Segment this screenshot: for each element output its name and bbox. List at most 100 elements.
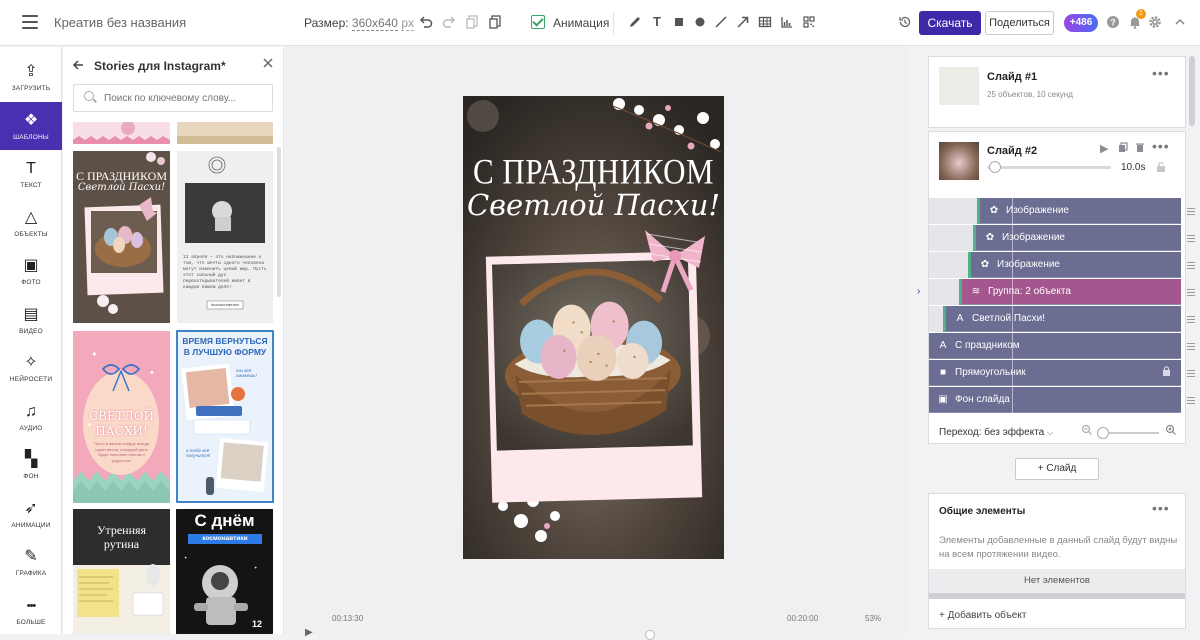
rectangle-icon[interactable]: [671, 14, 687, 30]
layer-row[interactable]: ≋ Группа: 2 объекта: [962, 279, 1181, 305]
chart-icon[interactable]: [779, 14, 795, 30]
rail-item-background[interactable]: ▚ ФОН: [0, 441, 62, 489]
unlock-icon[interactable]: [1155, 161, 1167, 176]
slide-heading[interactable]: С ПРАЗДНИКОМ: [463, 151, 724, 192]
drag-handle-icon[interactable]: [1187, 233, 1195, 243]
gingham-bow[interactable]: [635, 216, 715, 296]
animation-checkbox[interactable]: [531, 15, 545, 29]
template-card-partial[interactable]: [73, 122, 170, 144]
add-object-button[interactable]: + Добавить объект: [939, 610, 1026, 621]
slide-thumbnail[interactable]: [939, 142, 979, 180]
delete-icon[interactable]: [1135, 142, 1145, 156]
duplicate-icon[interactable]: [1118, 142, 1128, 156]
play-icon[interactable]: ▶: [1100, 142, 1108, 155]
rail-item-rocket[interactable]: ➶ АНИМАЦИИ: [0, 490, 62, 538]
arrow-icon[interactable]: [735, 14, 751, 30]
collapse-icon[interactable]: [1172, 14, 1188, 30]
rail-item-label: ВИДЕО: [19, 327, 43, 335]
search-box[interactable]: [73, 84, 273, 112]
redo-icon[interactable]: [441, 14, 457, 30]
more-options-icon[interactable]: •••: [1152, 500, 1170, 516]
template-card-cosmonautics-day[interactable]: ✦ ✦ С днём космонавтики 12: [176, 509, 273, 634]
zoom-level[interactable]: 53%: [865, 614, 881, 623]
slides-panel: Слайд #1 25 объектов, 10 секунд ••• Слай…: [928, 47, 1195, 634]
line-icon[interactable]: [713, 14, 729, 30]
text-tool-icon[interactable]: T: [649, 14, 665, 30]
qr-code-icon[interactable]: [801, 14, 817, 30]
paste-icon[interactable]: [487, 14, 503, 30]
rail-item-brush[interactable]: ✎ ГРАФИКА: [0, 538, 62, 586]
text-icon: T: [26, 160, 36, 177]
layer-row[interactable]: ✿ Изображение: [976, 225, 1181, 251]
share-button[interactable]: Поделиться: [985, 11, 1054, 35]
duration-slider-handle[interactable]: [989, 161, 1002, 173]
rail-item-video[interactable]: ▤ ВИДЕО: [0, 296, 62, 344]
add-slide-button[interactable]: + Слайд: [1015, 458, 1099, 480]
timeline-scrubber[interactable]: [645, 630, 655, 640]
template-card-partial[interactable]: [177, 122, 273, 144]
duration-slider[interactable]: [987, 166, 1111, 169]
template-card-morning-routine[interactable]: Утренняя рутина: [73, 509, 170, 634]
slide-duration[interactable]: 10.0s: [1121, 162, 1145, 173]
slide-card-1[interactable]: Слайд #1 25 объектов, 10 секунд •••: [928, 56, 1186, 128]
zoom-in-icon[interactable]: [1165, 424, 1177, 439]
undo-icon[interactable]: [418, 14, 434, 30]
slide-thumbnail[interactable]: [939, 67, 979, 105]
back-arrow-icon[interactable]: [71, 58, 85, 75]
layer-name: С праздником: [955, 340, 1020, 351]
rail-item-shapes[interactable]: △ ОБЪЕКТЫ: [0, 199, 62, 247]
slide-canvas[interactable]: С ПРАЗДНИКОМ Светлой Пасхи!: [463, 96, 724, 559]
right-panel-scrollbar[interactable]: [1189, 56, 1195, 126]
close-icon[interactable]: [261, 56, 275, 75]
template-card-cosmonautics-note[interactable]: 12 апреля — это напоминание о том, что м…: [177, 151, 273, 323]
more-options-icon[interactable]: •••: [1152, 65, 1170, 81]
more-options-icon[interactable]: •••: [1152, 138, 1170, 154]
drag-handle-icon[interactable]: [1187, 395, 1195, 405]
download-button[interactable]: Скачать: [919, 11, 981, 35]
pen-icon[interactable]: [627, 14, 643, 30]
template-card-easter[interactable]: С ПРАЗДНИКОМ Светлой Пасхи!: [73, 151, 170, 323]
template-card-fitness[interactable]: ВРЕМЯ ВЕРНУТЬСЯ В ЛУЧШУЮ ФОРМУ ты всё см…: [176, 330, 274, 503]
document-title[interactable]: Креатив без названия: [54, 15, 186, 30]
rail-item-photo[interactable]: ▣ ФОТО: [0, 247, 62, 295]
menu-icon[interactable]: [22, 15, 38, 29]
slide-card-2[interactable]: Слайд #2 ▶ ••• 10.0s ✿ Изображение ✿ Изобра…: [928, 131, 1195, 444]
table-icon[interactable]: [757, 14, 773, 30]
settings-icon[interactable]: [1147, 14, 1163, 30]
template-card-easter-egg[interactable]: ✦ ✦ ✦ СВЕТЛОЙ ПАСХИ! Пусть в вашем сердце …: [73, 331, 170, 503]
credits-badge[interactable]: +486: [1064, 14, 1098, 32]
circle-icon[interactable]: [692, 14, 708, 30]
drag-handle-icon[interactable]: [1187, 341, 1195, 351]
size-value[interactable]: 360x640: [351, 16, 398, 31]
timeline-end-time: 00:20:00: [787, 614, 819, 623]
rail-item-templates[interactable]: ❖ ШАБЛОНЫ: [0, 101, 62, 150]
rail-item-upload[interactable]: ⇪ ЗАГРУЗИТЬ: [0, 53, 62, 101]
layer-row[interactable]: A Светлой Пасхи!: [946, 306, 1181, 332]
drag-handle-icon[interactable]: [1187, 314, 1195, 324]
transition-dropdown[interactable]: Переход: без эффекта ⌵: [939, 427, 1053, 438]
help-icon[interactable]: ?: [1105, 14, 1121, 30]
copy-icon[interactable]: [464, 14, 480, 30]
layer-row[interactable]: ✿ Изображение: [980, 198, 1181, 224]
zoom-out-icon[interactable]: [1081, 424, 1093, 439]
drag-handle-icon[interactable]: [1187, 206, 1195, 216]
search-input[interactable]: [104, 89, 269, 107]
layer-row[interactable]: A С праздником: [929, 333, 1181, 359]
rail-item-magic-wand[interactable]: ✧ НЕЙРОСЕТИ: [0, 344, 62, 392]
rail-item-music[interactable]: ♫ АУДИО: [0, 393, 62, 441]
drag-handle-icon[interactable]: [1187, 260, 1195, 270]
layer-row[interactable]: ▣ Фон слайда: [929, 387, 1181, 413]
play-icon[interactable]: ▶: [305, 627, 313, 638]
layer-row[interactable]: ■ Прямоугольник: [929, 360, 1181, 386]
drag-handle-icon[interactable]: [1187, 287, 1195, 297]
rail-item-more[interactable]: ••• БОЛЬШЕ: [0, 587, 62, 635]
lock-icon[interactable]: [1162, 360, 1171, 386]
layer-row[interactable]: ✿ Изображение: [971, 252, 1181, 278]
rail-item-text[interactable]: T ТЕКСТ: [0, 150, 62, 198]
expand-panel-icon[interactable]: ›: [917, 286, 920, 297]
timeline-zoom-handle[interactable]: [1097, 427, 1109, 439]
history-icon[interactable]: [897, 14, 913, 30]
panel-scrollbar[interactable]: [277, 147, 281, 297]
size-selector[interactable]: Размер: 360x640 px: [304, 16, 414, 31]
drag-handle-icon[interactable]: [1187, 368, 1195, 378]
